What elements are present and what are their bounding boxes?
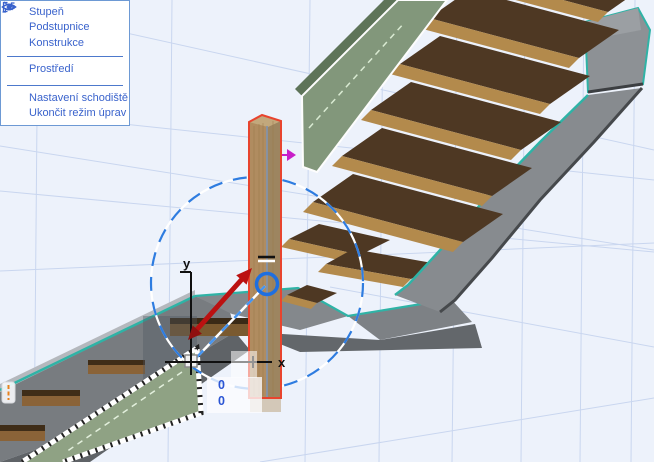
panel-item-konstrukce[interactable]: Konstrukce bbox=[1, 3, 129, 51]
exit-icon bbox=[2, 1, 24, 119]
panel-item-label: Ukončit režim úprav bbox=[29, 107, 127, 120]
tracker-backdrop-small bbox=[231, 351, 257, 378]
tracker-backdrop bbox=[207, 377, 262, 413]
eye-icon bbox=[1, 3, 24, 49]
level-marker bbox=[1, 381, 16, 404]
x-axis-label: x bbox=[278, 355, 286, 370]
panel-item-label: Nastavení schodiště bbox=[29, 91, 129, 104]
panel-item-label: Konstrukce bbox=[29, 36, 85, 49]
magenta-marker-icon bbox=[280, 149, 296, 161]
tracker-y-input[interactable]: 0 bbox=[218, 395, 225, 408]
eye-icon bbox=[1, 3, 24, 33]
eye-icon bbox=[1, 3, 24, 75]
panel-item-stupen[interactable]: Stupeň bbox=[1, 3, 129, 20]
y-axis-label: y bbox=[183, 256, 191, 271]
panel-item-podstupnice[interactable]: Podstupnice bbox=[1, 3, 129, 36]
panel-item-nastaveni-schodiste[interactable]: Nastavení schodiště bbox=[1, 1, 129, 106]
stair-settings-icon bbox=[2, 1, 24, 104]
panel-item-label: Podstupnice bbox=[29, 21, 90, 34]
panel-item-label: Prostředí bbox=[29, 63, 74, 76]
panel-separator bbox=[7, 85, 123, 86]
tracker-x-input[interactable]: 0 bbox=[218, 379, 225, 392]
viewport-3d[interactable]: y x 0 0 Stupeň Podstupnice Konstrukce Pr… bbox=[0, 0, 654, 462]
panel-separator bbox=[7, 55, 123, 57]
stair-edit-panel: Stupeň Podstupnice Konstrukce Prostředí … bbox=[0, 0, 130, 126]
panel-item-label: Stupeň bbox=[29, 5, 64, 18]
panel-item-ukoncit-rezim[interactable]: Ukončit režim úprav bbox=[1, 1, 129, 122]
panel-item-prostredi[interactable]: Prostředí bbox=[1, 3, 129, 78]
